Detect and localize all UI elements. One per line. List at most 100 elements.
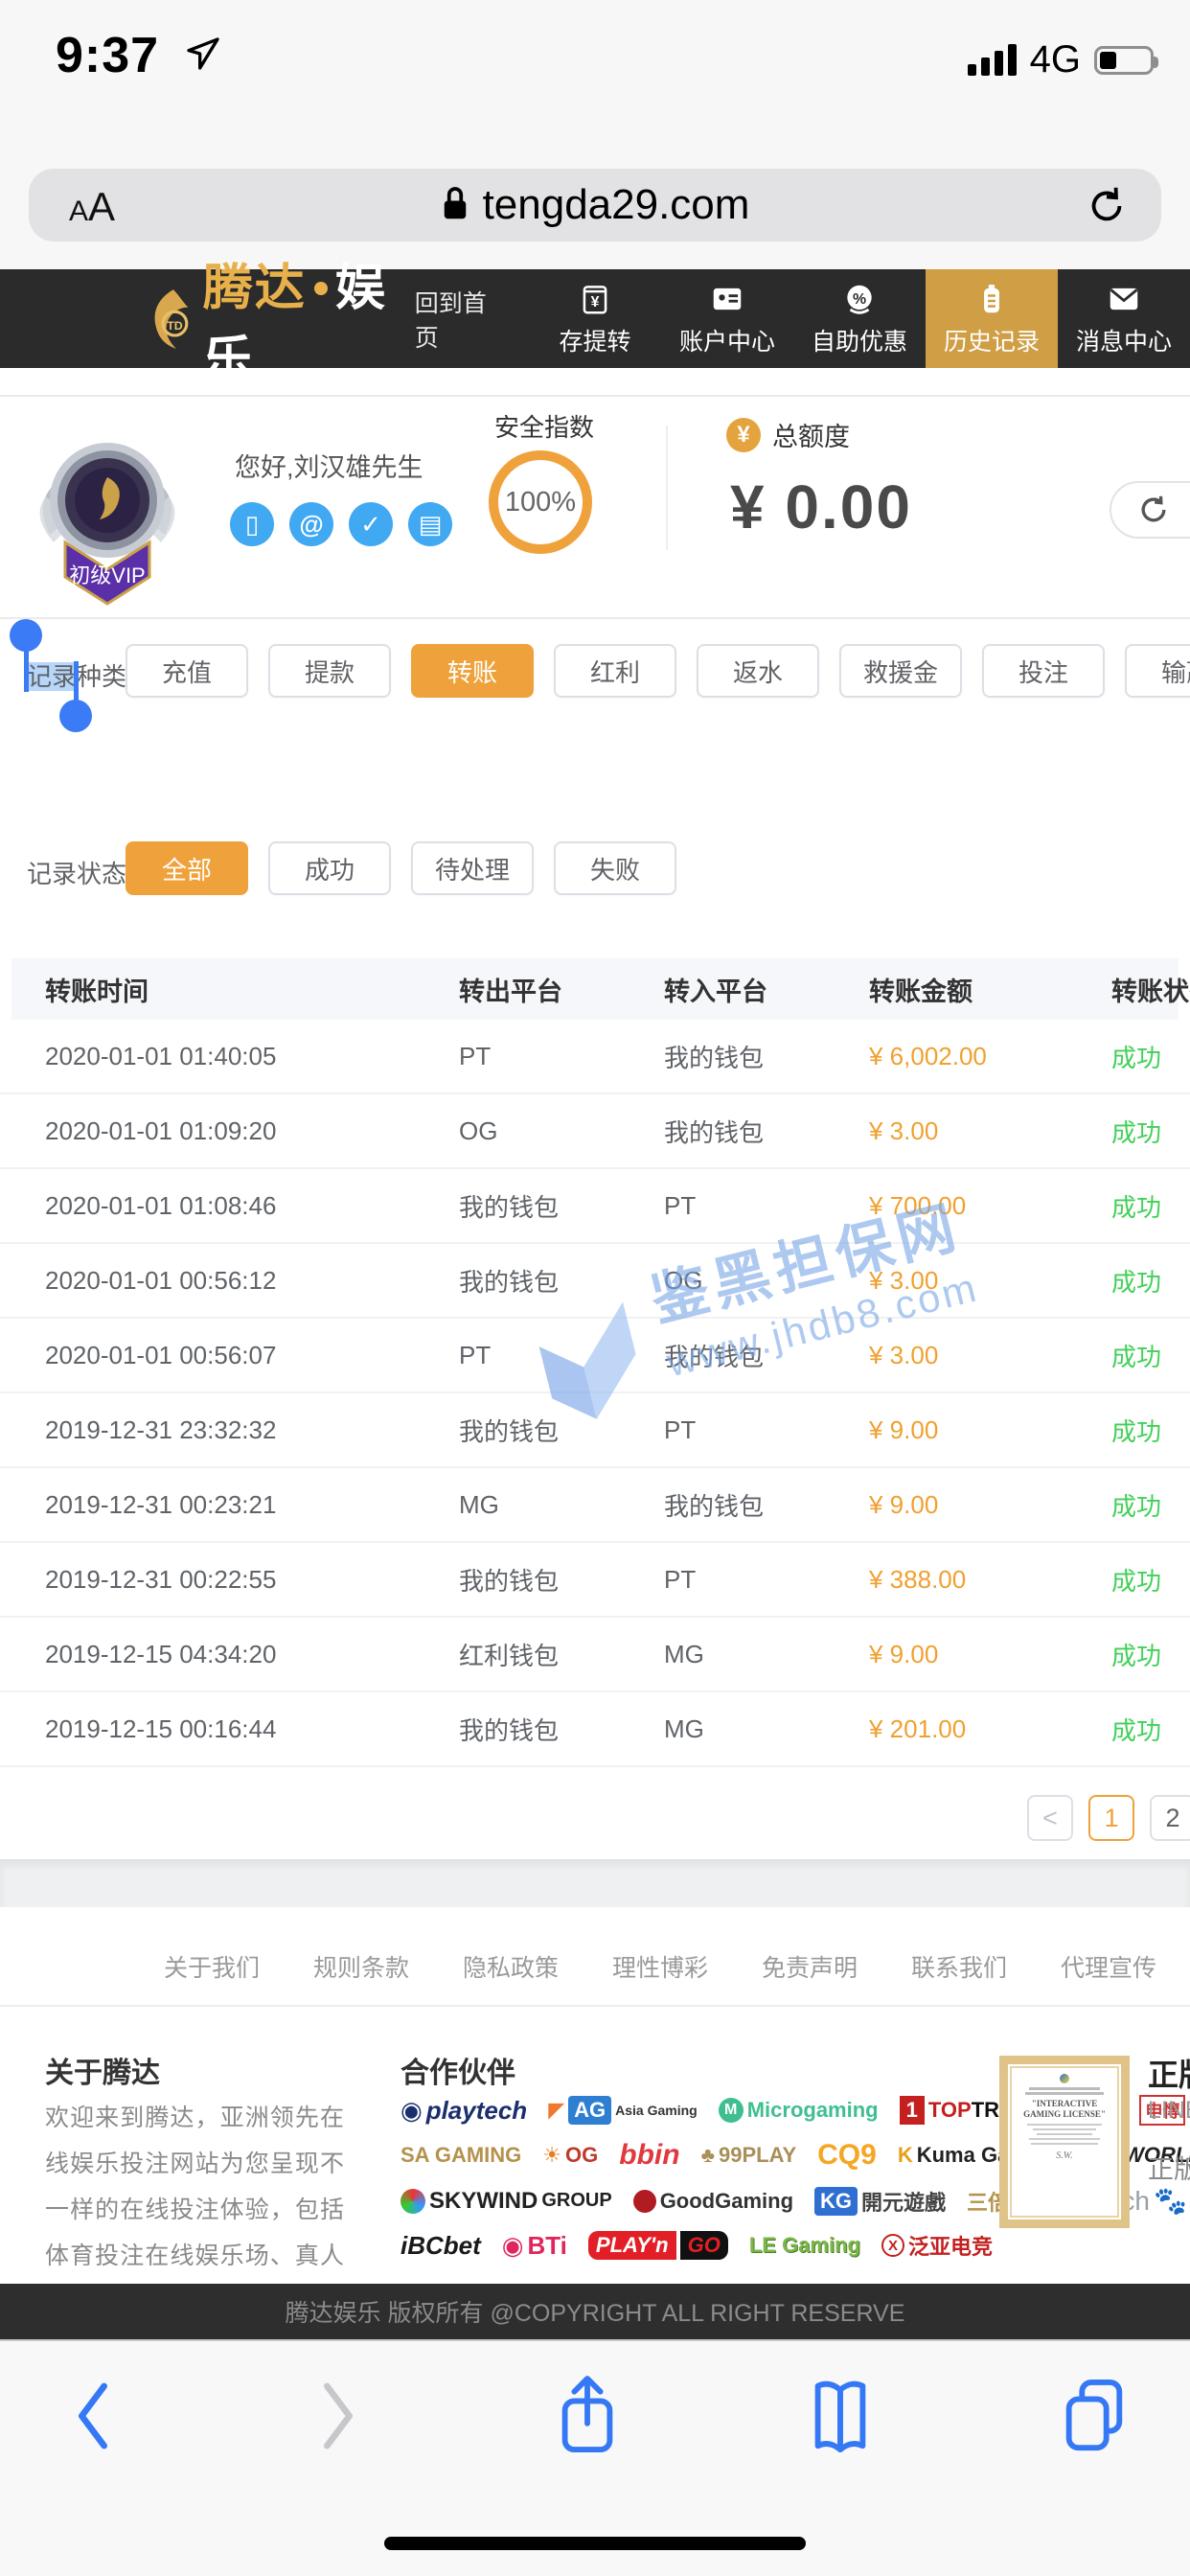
svg-text:¥: ¥ bbox=[591, 293, 600, 310]
table-row: 2019-12-15 04:34:20红利钱包MG¥ 9.00成功 bbox=[0, 1618, 1190, 1692]
share-button[interactable] bbox=[550, 2370, 625, 2467]
table-row: 2020-01-01 01:40:05PT我的钱包¥ 6,002.00成功 bbox=[0, 1020, 1190, 1094]
filter-type-bonus[interactable]: 红利 bbox=[554, 644, 676, 698]
col-header-status: 转账状态 bbox=[1111, 971, 1190, 1008]
filter-type-winloss[interactable]: 输赢 bbox=[1125, 644, 1190, 698]
nav-label: 自助优惠 bbox=[812, 323, 907, 357]
pagination-page-1[interactable]: 1 bbox=[1088, 1795, 1134, 1841]
network-type: 4G bbox=[1030, 38, 1081, 81]
svg-text:%: % bbox=[853, 290, 866, 307]
phone-verified-icon[interactable]: ▯ bbox=[230, 502, 274, 546]
partner-99play-logo: ♣99PLAY bbox=[701, 2143, 797, 2168]
filter-section: 记录种类 充值 提款 转账 红利 返水 救援金 投注 输赢 记录状态 全部 成功… bbox=[0, 619, 1190, 958]
bankcard-verified-icon[interactable]: ▤ bbox=[408, 502, 452, 546]
url-text: tengda29.com bbox=[483, 181, 750, 229]
mail-icon bbox=[1106, 281, 1142, 317]
partner-playngo-logo: PLAY'nGO bbox=[588, 2231, 728, 2260]
footer-link-responsible[interactable]: 理性博彩 bbox=[612, 1949, 708, 1984]
forward-button[interactable] bbox=[305, 2370, 372, 2467]
col-header-amount: 转账金额 bbox=[869, 971, 1111, 1008]
footer-link-agent[interactable]: 代理宣传 bbox=[1061, 1949, 1156, 1984]
home-link[interactable]: 回到首页 bbox=[415, 285, 491, 354]
footer-link-contact[interactable]: 联系我们 bbox=[911, 1949, 1007, 1984]
total-quota-value: ¥ 0.00 bbox=[730, 472, 912, 542]
table-row: 2019-12-31 00:23:21MG我的钱包¥ 9.00成功 bbox=[0, 1468, 1190, 1543]
pagination-prev-button[interactable]: < bbox=[1027, 1795, 1073, 1841]
footer-link-rules[interactable]: 规则条款 bbox=[313, 1949, 409, 1984]
table-header-row: 转账时间 转出平台 转入平台 转账金额 转账状态 bbox=[11, 958, 1179, 1020]
page-footer: 关于我们 规则条款 隐私政策 理性博彩 免责声明 联系我们 代理宣传 关于腾达 … bbox=[0, 1907, 1190, 2284]
nav-item-history[interactable]: 历史记录 bbox=[926, 269, 1058, 368]
site-navbar: TD 腾达娱乐 回到首页 ¥ 存提转 账户中心 % 自助优惠 历史记录 bbox=[0, 269, 1190, 368]
nav-item-messages[interactable]: 消息中心 bbox=[1058, 269, 1190, 368]
vip-badge: 初级VIP bbox=[31, 427, 184, 620]
license-side-title: 正版 bbox=[1148, 2051, 1190, 2095]
battery-icon bbox=[1094, 46, 1154, 75]
transfer-table: 转账时间 转出平台 转入平台 转账金额 转账状态 2020-01-01 01:4… bbox=[0, 958, 1190, 1863]
license-side-line1: LINENG bbox=[1148, 2097, 1190, 2125]
partner-og-logo: ☀OG bbox=[542, 2143, 598, 2168]
nav-label: 账户中心 bbox=[679, 323, 775, 357]
footer-links: 关于我们 规则条款 隐私政策 理性博彩 免责声明 联系我们 代理宣传 bbox=[0, 1949, 1190, 1984]
text-selection-handle-start[interactable] bbox=[10, 619, 42, 652]
svg-text:TD: TD bbox=[167, 318, 183, 332]
col-header-from: 转出平台 bbox=[459, 971, 664, 1008]
deposit-icon: ¥ bbox=[577, 281, 613, 317]
filter-type-transfer[interactable]: 转账 bbox=[411, 644, 534, 698]
table-row: 2020-01-01 01:09:20OG我的钱包¥ 3.00成功 bbox=[0, 1094, 1190, 1169]
check-verified-icon[interactable]: ✓ bbox=[349, 502, 393, 546]
security-index-ring: 100% bbox=[489, 450, 592, 554]
footer-link-disclaimer[interactable]: 免责声明 bbox=[762, 1949, 858, 1984]
license-side-line2: 正版授 bbox=[1148, 2149, 1190, 2186]
section-separator bbox=[0, 1859, 1190, 1907]
back-button[interactable] bbox=[59, 2370, 126, 2467]
home-indicator[interactable] bbox=[384, 2537, 806, 2550]
partner-fanya-esports-logo: X泛亚电竞 bbox=[881, 2230, 993, 2261]
history-record-icon bbox=[973, 281, 1010, 317]
partner-legaming-logo: LE Gaming bbox=[749, 2233, 860, 2258]
nav-label: 存提转 bbox=[559, 323, 630, 357]
pagination-page-2[interactable]: 2 bbox=[1150, 1795, 1190, 1841]
iphone-screen: 9:37 4G AA tengda29.com bbox=[0, 0, 1190, 2576]
filter-type-rebate[interactable]: 返水 bbox=[697, 644, 819, 698]
tls-lock-icon bbox=[441, 185, 469, 226]
partner-playtech-logo: ◉playtech bbox=[400, 2096, 527, 2126]
security-index-label: 安全指数 bbox=[494, 408, 594, 444]
partner-sagaming-logo: SA GAMING bbox=[400, 2143, 521, 2168]
partners-title: 合作伙伴 bbox=[400, 2049, 515, 2091]
total-quota-label: 总额度 bbox=[772, 416, 850, 453]
tabs-button[interactable] bbox=[1056, 2370, 1131, 2467]
table-row: 2019-12-15 00:16:44我的钱包MG¥ 201.00成功 bbox=[0, 1692, 1190, 1767]
footer-link-about[interactable]: 关于我们 bbox=[164, 1949, 260, 1984]
account-card-icon bbox=[709, 281, 745, 317]
filter-type-withdraw[interactable]: 提款 bbox=[268, 644, 391, 698]
email-verified-icon[interactable]: @ bbox=[289, 502, 333, 546]
partner-bti-logo: ◉BTi bbox=[502, 2231, 567, 2261]
nav-item-deposit-transfer[interactable]: ¥ 存提转 bbox=[529, 269, 661, 368]
dragon-logo-icon: TD bbox=[144, 281, 203, 357]
partner-skywind-logo: SKYWINDGROUP bbox=[400, 2188, 612, 2215]
filter-type-rescue[interactable]: 救援金 bbox=[839, 644, 962, 698]
col-header-time: 转账时间 bbox=[45, 971, 459, 1008]
filter-type-bet[interactable]: 投注 bbox=[982, 644, 1105, 698]
nav-item-account-center[interactable]: 账户中心 bbox=[661, 269, 793, 368]
browser-chrome-top: 9:37 4G AA tengda29.com bbox=[0, 0, 1190, 269]
nav-item-promotions[interactable]: % 自助优惠 bbox=[793, 269, 926, 368]
table-row: 2020-01-01 00:56:12我的钱包OG¥ 3.00成功 bbox=[0, 1244, 1190, 1319]
security-index-value: 100% bbox=[505, 487, 576, 518]
text-selection-handle-end[interactable] bbox=[59, 700, 92, 732]
table-row: 2020-01-01 00:56:07PT我的钱包¥ 3.00成功 bbox=[0, 1319, 1190, 1393]
partner-goodgaming-logo: GoodGaming bbox=[633, 2189, 793, 2214]
bookmarks-button[interactable] bbox=[803, 2370, 878, 2467]
partner-ibcbet-logo: iBCbet bbox=[400, 2231, 481, 2261]
svg-text:初级VIP: 初级VIP bbox=[69, 564, 145, 587]
footer-link-privacy[interactable]: 隐私政策 bbox=[463, 1949, 559, 1984]
address-bar[interactable]: AA tengda29.com bbox=[29, 169, 1161, 242]
reload-button[interactable] bbox=[1085, 182, 1129, 235]
status-bar: 9:37 4G bbox=[0, 0, 1190, 125]
table-row: 2019-12-31 00:22:55我的钱包PT¥ 388.00成功 bbox=[0, 1543, 1190, 1618]
refresh-balance-button[interactable] bbox=[1110, 481, 1190, 539]
filter-type-deposit[interactable]: 充值 bbox=[126, 644, 248, 698]
about-body: 欢迎来到腾达，亚洲领先在线娱乐投注网站为您呈现不一样的在线投注体验，包括体育投注… bbox=[45, 2095, 344, 2284]
copyright-text: 腾达娱乐 版权所有 @COPYRIGHT ALL RIGHT RESERVE bbox=[286, 2294, 905, 2329]
